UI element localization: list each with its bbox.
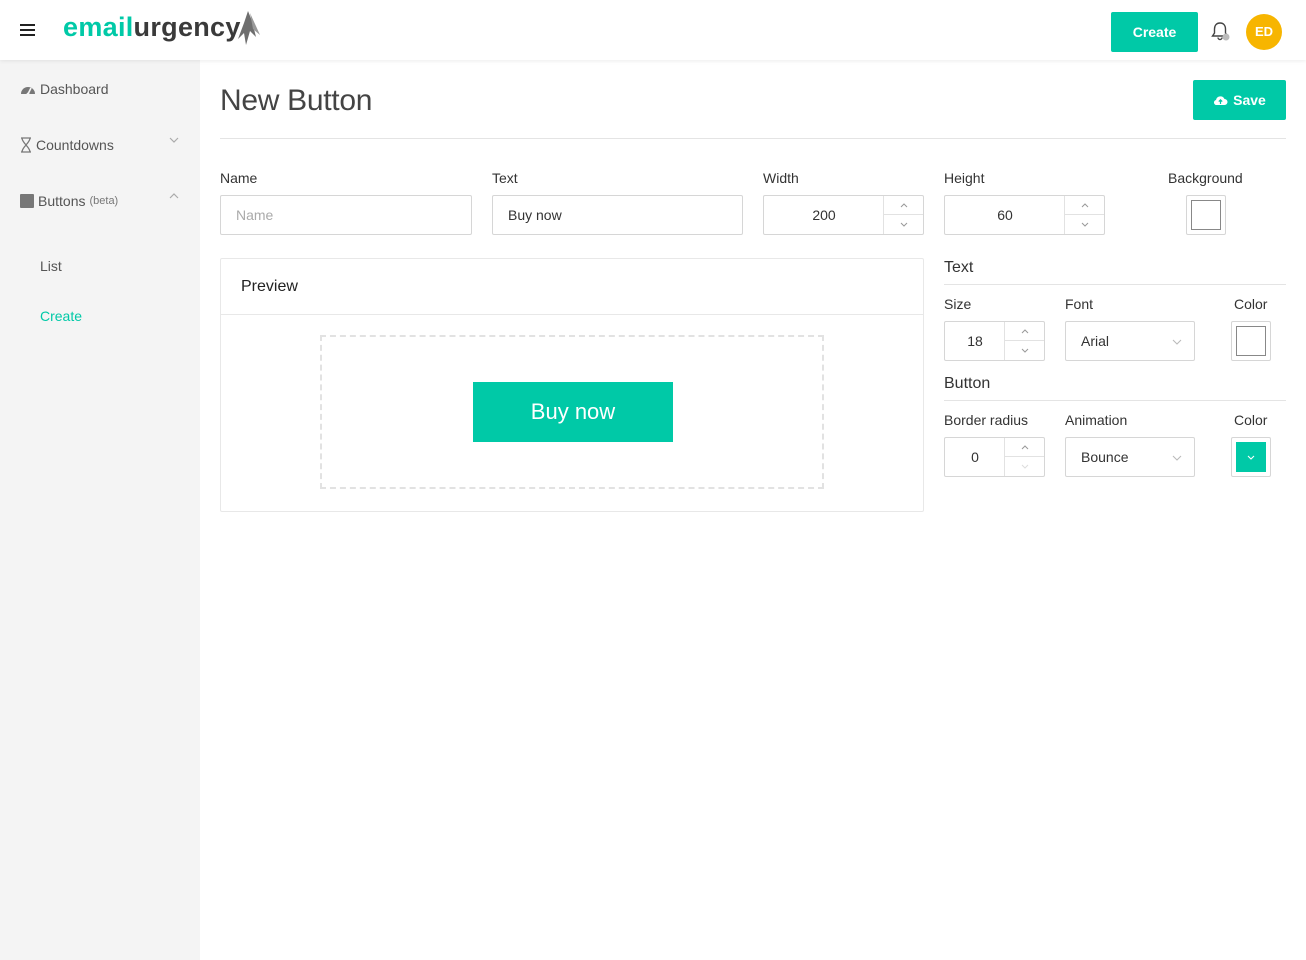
preview-header: Preview — [221, 259, 923, 315]
text-color-picker[interactable] — [1231, 321, 1271, 361]
create-button[interactable]: Create — [1111, 12, 1198, 52]
square-icon — [20, 194, 34, 208]
animation-label: Animation — [1065, 412, 1128, 428]
font-size-value[interactable]: 18 — [945, 322, 1005, 360]
chevron-down-icon — [1247, 455, 1255, 460]
animation-select[interactable]: Bounce — [1065, 437, 1195, 477]
width-label: Width — [763, 170, 799, 186]
text-input[interactable] — [492, 195, 743, 235]
height-stepper[interactable]: 60 — [944, 195, 1105, 235]
increment-button[interactable] — [1005, 322, 1044, 341]
button-section-heading: Button — [944, 375, 991, 392]
sidebar-item-countdowns[interactable]: Countdowns — [20, 134, 185, 156]
divider — [944, 400, 1286, 401]
chevron-down-icon — [1081, 222, 1088, 227]
border-radius-stepper[interactable]: 0 — [944, 437, 1045, 477]
chevron-down-icon — [900, 222, 907, 227]
decrement-button[interactable] — [1005, 341, 1044, 360]
text-color-swatch — [1236, 326, 1266, 356]
hourglass-icon — [21, 137, 31, 153]
width-stepper[interactable]: 200 — [763, 195, 924, 235]
page-title: New Button — [220, 84, 373, 117]
sidebar-subitem-create[interactable]: Create — [40, 308, 82, 324]
increment-button[interactable] — [1005, 438, 1044, 457]
logo-mark-icon — [238, 11, 260, 45]
name-input[interactable] — [220, 195, 472, 235]
preview-button[interactable]: Buy now — [473, 382, 673, 442]
dashboard-icon — [21, 87, 35, 96]
background-color-picker[interactable] — [1186, 195, 1226, 235]
animation-value: Bounce — [1081, 449, 1129, 465]
sidebar: Dashboard Countdowns Buttons (beta) List… — [0, 60, 200, 960]
font-label: Font — [1065, 296, 1094, 312]
border-radius-label: Border radius — [944, 412, 1029, 428]
logo-text-email: email — [63, 12, 134, 42]
sidebar-item-label: Buttons — [38, 193, 86, 209]
decrement-button[interactable] — [884, 215, 923, 234]
decrement-button[interactable] — [1065, 215, 1104, 234]
chevron-up-icon — [169, 193, 179, 199]
top-bar: emailurgency Create ED — [0, 0, 1306, 60]
background-label: Background — [1168, 170, 1243, 186]
chevron-down-icon — [1021, 464, 1028, 469]
chevron-down-icon — [1172, 339, 1182, 345]
chevron-down-icon — [1021, 348, 1028, 353]
font-size-stepper[interactable]: 18 — [944, 321, 1045, 361]
text-color-label: Color — [1234, 296, 1268, 312]
chevron-up-icon — [1021, 328, 1028, 333]
font-select[interactable]: Arial — [1065, 321, 1195, 361]
title-divider — [220, 138, 1286, 139]
logo[interactable]: emailurgency — [63, 12, 241, 43]
sidebar-item-label: Countdowns — [36, 137, 114, 153]
size-label: Size — [944, 296, 972, 312]
preview-area: Buy now — [320, 335, 824, 489]
preview-title: Preview — [241, 278, 298, 295]
sidebar-subitem-list[interactable]: List — [40, 258, 62, 274]
beta-badge: (beta) — [89, 195, 119, 207]
sidebar-item-dashboard[interactable]: Dashboard — [20, 78, 185, 100]
chevron-up-icon — [1081, 202, 1088, 207]
cloud-upload-icon — [1214, 95, 1228, 105]
name-label: Name — [220, 170, 258, 186]
height-label: Height — [944, 170, 985, 186]
font-value: Arial — [1081, 333, 1110, 349]
text-label: Text — [492, 170, 518, 186]
button-color-picker[interactable] — [1231, 437, 1271, 477]
logo-text-urgency: urgency — [133, 12, 241, 42]
save-label: Save — [1233, 92, 1266, 108]
avatar[interactable]: ED — [1246, 14, 1282, 50]
border-radius-value[interactable]: 0 — [945, 438, 1005, 476]
save-button[interactable]: Save — [1193, 80, 1286, 120]
sidebar-item-label: Dashboard — [40, 81, 109, 97]
chevron-up-icon — [900, 202, 907, 207]
chevron-up-icon — [1021, 444, 1028, 449]
preview-card: Preview Buy now — [220, 258, 924, 512]
sidebar-item-buttons[interactable]: Buttons (beta) — [20, 190, 185, 212]
text-section-heading: Text — [944, 259, 974, 276]
chevron-down-icon — [1172, 455, 1182, 461]
increment-button[interactable] — [884, 196, 923, 215]
background-swatch — [1191, 200, 1221, 230]
increment-button[interactable] — [1065, 196, 1104, 215]
button-color-swatch — [1236, 442, 1266, 472]
width-value[interactable]: 200 — [764, 196, 884, 234]
divider — [944, 284, 1286, 285]
bell-icon[interactable] — [1209, 20, 1231, 42]
button-color-label: Color — [1234, 412, 1268, 428]
menu-icon[interactable] — [20, 24, 35, 37]
height-value[interactable]: 60 — [945, 196, 1065, 234]
chevron-down-icon — [169, 137, 179, 143]
decrement-button[interactable] — [1005, 457, 1044, 476]
